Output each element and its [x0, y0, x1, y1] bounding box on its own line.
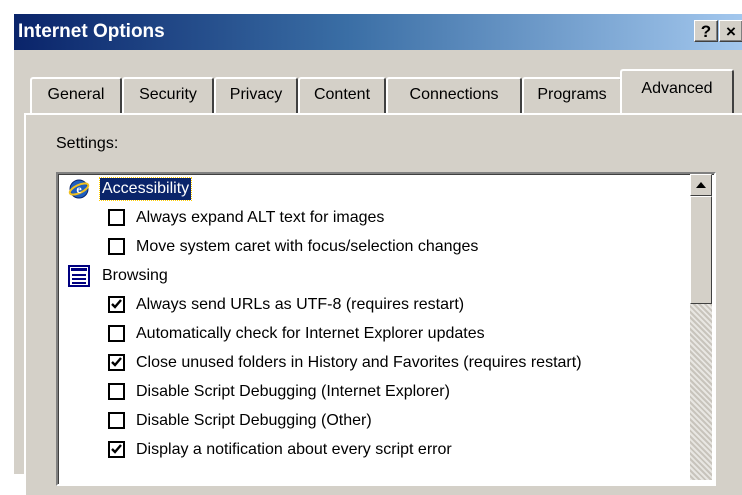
option-row[interactable]: Automatically check for Internet Explore…: [58, 321, 698, 347]
scroll-up-button[interactable]: [690, 174, 712, 196]
checkmark-icon: [111, 357, 122, 367]
option-row[interactable]: Disable Script Debugging (Other): [58, 408, 698, 434]
tab-content[interactable]: Content: [298, 77, 386, 113]
option-label: Disable Script Debugging (Other): [136, 412, 372, 429]
option-row[interactable]: Always send URLs as UTF-8 (requires rest…: [58, 292, 698, 318]
tab-general[interactable]: General: [30, 77, 122, 113]
category-browsing[interactable]: Browsing: [58, 263, 698, 289]
browsing-icon: [68, 265, 90, 287]
window-title: Internet Options: [18, 21, 165, 42]
category-label: Browsing: [102, 267, 168, 284]
help-button[interactable]: ?: [694, 20, 718, 42]
settings-tree-list[interactable]: e Accessibility Always expand ALT text f…: [56, 172, 716, 486]
option-label: Always send URLs as UTF-8 (requires rest…: [136, 296, 465, 313]
checkbox-unchecked[interactable]: [108, 383, 125, 400]
checkbox-checked[interactable]: [108, 441, 125, 458]
accessibility-icon: e: [68, 178, 90, 199]
tab-programs[interactable]: Programs: [522, 77, 622, 113]
option-label: Move system caret with focus/selection c…: [136, 238, 479, 255]
checkbox-unchecked[interactable]: [108, 209, 125, 226]
option-row[interactable]: Close unused folders in History and Favo…: [58, 350, 698, 376]
option-label: Disable Script Debugging (Internet Explo…: [136, 383, 450, 400]
arrow-up-icon: [696, 182, 706, 188]
option-label: Display a notification about every scrip…: [136, 441, 452, 458]
option-row[interactable]: Disable Script Debugging (Internet Explo…: [58, 379, 698, 405]
tab-privacy[interactable]: Privacy: [214, 77, 298, 113]
checkbox-unchecked[interactable]: [108, 325, 125, 342]
tab-security[interactable]: Security: [122, 77, 214, 113]
tab-advanced[interactable]: Advanced: [620, 69, 734, 113]
internet-options-dialog: Internet Options ? × General Security Pr…: [14, 14, 742, 495]
category-label: Accessibility: [98, 177, 193, 201]
option-label: Always expand ALT text for images: [136, 209, 385, 226]
option-label: Close unused folders in History and Favo…: [136, 354, 582, 371]
option-row[interactable]: Display a notification about every scrip…: [58, 437, 698, 463]
scrollbar-thumb[interactable]: [690, 196, 712, 304]
checkbox-checked[interactable]: [108, 354, 125, 371]
option-label: Automatically check for Internet Explore…: [136, 325, 485, 342]
tab-strip: General Security Privacy Content Connect…: [14, 67, 742, 115]
checkbox-checked[interactable]: [108, 296, 125, 313]
close-button[interactable]: ×: [719, 20, 742, 42]
title-bar[interactable]: Internet Options ? ×: [14, 14, 742, 50]
svg-text:e: e: [76, 182, 82, 196]
checkbox-unchecked[interactable]: [108, 412, 125, 429]
tab-connections[interactable]: Connections: [386, 77, 522, 113]
category-accessibility[interactable]: e Accessibility: [58, 176, 698, 202]
option-row[interactable]: Always expand ALT text for images: [58, 205, 698, 231]
vertical-scrollbar[interactable]: [690, 174, 712, 480]
checkmark-icon: [111, 299, 122, 309]
settings-label: Settings:: [56, 135, 119, 152]
checkmark-icon: [111, 444, 122, 454]
checkbox-unchecked[interactable]: [108, 238, 125, 255]
option-row[interactable]: Move system caret with focus/selection c…: [58, 234, 698, 260]
